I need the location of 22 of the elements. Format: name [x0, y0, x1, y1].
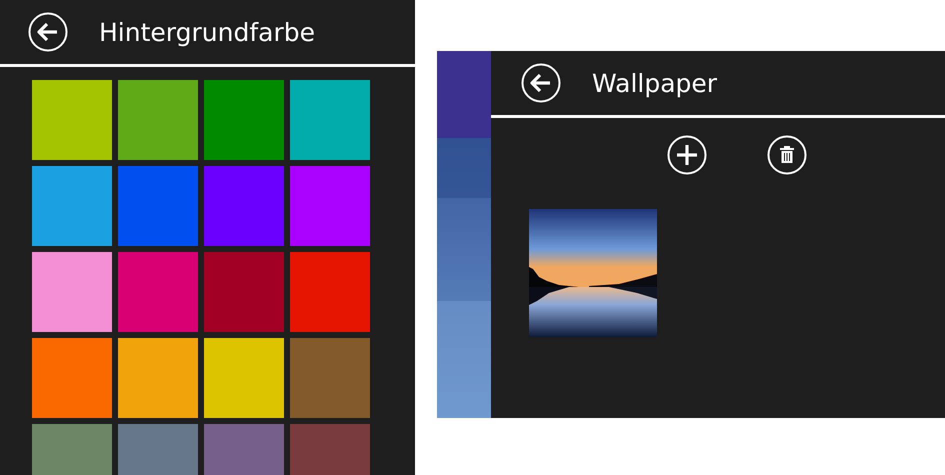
page-title: Wallpaper [592, 68, 718, 98]
color-swatch[interactable] [32, 166, 112, 246]
add-icon[interactable] [667, 135, 707, 175]
page-title: Hintergrundfarbe [99, 18, 315, 46]
back-icon[interactable] [521, 63, 561, 103]
color-swatch[interactable] [32, 252, 112, 332]
color-swatch[interactable] [204, 166, 284, 246]
color-swatch[interactable] [204, 252, 284, 332]
color-swatch[interactable] [32, 80, 112, 160]
color-swatch[interactable] [204, 338, 284, 418]
color-swatch[interactable] [118, 338, 198, 418]
color-swatch[interactable] [32, 338, 112, 418]
color-swatch[interactable] [290, 166, 370, 246]
color-swatch[interactable] [204, 80, 284, 160]
color-swatch[interactable] [290, 252, 370, 332]
color-swatch[interactable] [118, 80, 198, 160]
color-swatch[interactable] [290, 80, 370, 160]
color-swatch[interactable] [118, 252, 198, 332]
delete-icon[interactable] [767, 135, 807, 175]
back-icon[interactable] [28, 12, 68, 52]
color-swatch[interactable] [290, 338, 370, 418]
color-swatch[interactable] [118, 166, 198, 246]
